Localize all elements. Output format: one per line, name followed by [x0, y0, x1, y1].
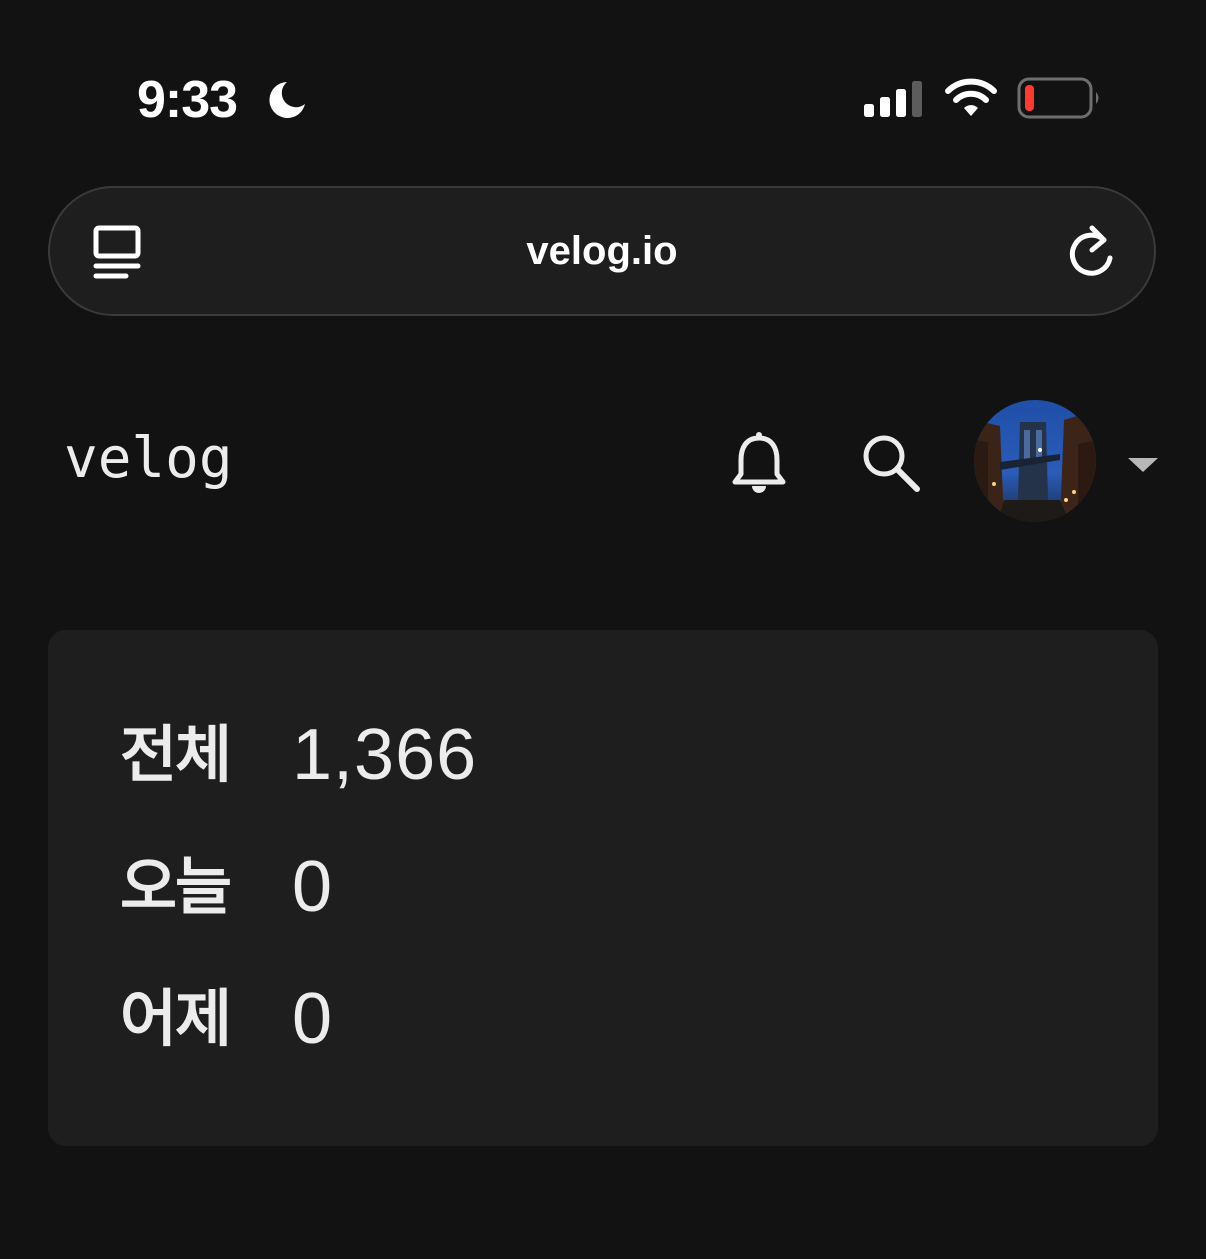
chevron-down-icon[interactable]: [1126, 454, 1160, 474]
bell-icon[interactable]: [730, 430, 788, 494]
moon-icon: [269, 82, 305, 118]
wifi-icon: [945, 78, 997, 116]
signal-icon: [864, 81, 922, 117]
status-bar: 9:33: [0, 0, 1206, 190]
phone-screen: 9:33 velog.io velog 전체 1,366 오늘 0 어제 0: [0, 0, 1206, 1259]
stat-value-today: 0: [292, 847, 334, 927]
battery-icon: [1017, 77, 1099, 119]
avatar[interactable]: [974, 400, 1096, 522]
stats-card: 전체 1,366 오늘 0 어제 0: [48, 630, 1158, 1146]
reader-icon[interactable]: [90, 224, 146, 280]
search-icon[interactable]: [860, 432, 922, 494]
stat-row-yesterday: 어제 0: [120, 974, 333, 1064]
address-bar[interactable]: velog.io: [48, 186, 1156, 316]
stat-value-yesterday: 0: [292, 979, 334, 1059]
stat-row-today: 오늘 0: [120, 842, 333, 932]
stat-label-total: 전체: [120, 718, 232, 791]
stat-label-today: 오늘: [120, 850, 232, 923]
url-text[interactable]: velog.io: [250, 226, 954, 276]
site-header: velog: [0, 380, 1206, 540]
reload-icon[interactable]: [1066, 224, 1118, 280]
status-time: 9:33: [137, 71, 238, 129]
stat-value-total: 1,366: [292, 715, 478, 795]
stat-label-yesterday: 어제: [120, 982, 232, 1055]
velog-logo[interactable]: velog: [64, 426, 233, 492]
stat-row-total: 전체 1,366: [120, 710, 477, 800]
